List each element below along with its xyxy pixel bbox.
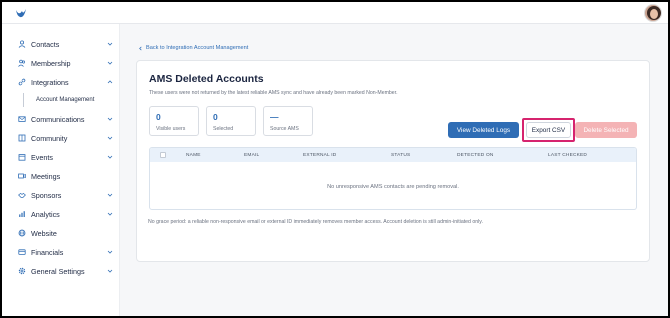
- top-bar: [2, 2, 668, 24]
- sidebar-item-contacts[interactable]: Contacts: [18, 37, 114, 51]
- sidebar-item-community[interactable]: Community: [18, 131, 114, 145]
- sidebar-item-integrations[interactable]: Integrations: [18, 75, 114, 89]
- stat-source-ams: — Source AMS: [263, 106, 313, 136]
- sidebar-item-membership[interactable]: Membership: [18, 56, 114, 70]
- mail-icon: [18, 116, 26, 122]
- sidebar-item-label: Website: [31, 228, 57, 238]
- back-link-label: Back to Integration Account Management: [146, 45, 249, 51]
- column-header-last-checked[interactable]: LAST CHECKED: [548, 153, 587, 158]
- footnote: No grace period: a reliable non-responsi…: [148, 219, 483, 225]
- sidebar-item-label: Contacts: [31, 39, 60, 49]
- logo-icon[interactable]: [15, 7, 27, 19]
- calendar-icon: [18, 154, 26, 161]
- chevron-down-icon: [107, 250, 113, 254]
- page-subtitle: These users were not returned by the lat…: [149, 90, 398, 96]
- highlight-box: [522, 118, 575, 142]
- view-deleted-logs-button[interactable]: View Deleted Logs: [448, 122, 519, 138]
- delete-selected-button[interactable]: Delete Selected: [575, 122, 637, 138]
- sidebar-item-label: Meetings: [31, 171, 61, 181]
- empty-state-message: No unresponsive AMS contacts are pending…: [327, 184, 459, 190]
- chevron-down-icon: [107, 136, 113, 140]
- people-icon: [18, 59, 26, 67]
- sidebar-item-financials[interactable]: Financials: [18, 245, 114, 259]
- column-header-name[interactable]: NAME: [186, 153, 201, 158]
- stat-value: 0: [156, 112, 161, 122]
- stat-label: Visible users: [156, 126, 186, 132]
- sidebar-subitem-account-management[interactable]: Account Management: [36, 97, 94, 103]
- person-icon: [18, 40, 26, 48]
- avatar[interactable]: [644, 4, 662, 22]
- sidebar-item-events[interactable]: Events: [18, 150, 114, 164]
- stat-visible-users: 0 Visible users: [149, 106, 199, 136]
- column-header-external-id[interactable]: EXTERNAL ID: [303, 153, 336, 158]
- chevron-down-icon: [107, 117, 113, 121]
- chevron-down-icon: [107, 193, 113, 197]
- back-link[interactable]: Back to Integration Account Management: [138, 45, 248, 51]
- column-header-email[interactable]: EMAIL: [244, 153, 259, 158]
- sidebar-item-label: Sponsors: [31, 190, 62, 200]
- chevron-up-icon: [107, 80, 113, 84]
- chevron-down-icon: [107, 61, 113, 65]
- sidebar-item-label: Integrations: [31, 77, 69, 87]
- deleted-accounts-table: NAME EMAIL EXTERNAL ID STATUS DETECTED O…: [149, 147, 637, 210]
- column-header-detected-on[interactable]: DETECTED ON: [457, 153, 494, 158]
- globe-icon: [18, 229, 26, 237]
- sidebar-item-general-settings[interactable]: General Settings: [18, 264, 114, 278]
- sidebar-item-label: Events: [31, 152, 53, 162]
- sidebar-item-label: Analytics: [31, 209, 60, 219]
- app-window: Contacts Membership Integrations Account…: [2, 2, 668, 316]
- sidebar-item-website[interactable]: Website: [18, 226, 114, 240]
- sidebar-item-label: Community: [31, 133, 68, 143]
- stat-selected: 0 Selected: [206, 106, 256, 136]
- column-header-status[interactable]: STATUS: [391, 153, 410, 158]
- book-icon: [18, 134, 26, 142]
- page-title: AMS Deleted Accounts: [149, 73, 264, 85]
- select-all-checkbox[interactable]: [160, 152, 166, 158]
- bar-chart-icon: [19, 211, 25, 217]
- sidebar: Contacts Membership Integrations Account…: [2, 24, 120, 316]
- link-icon: [18, 78, 26, 86]
- chevron-down-icon: [107, 212, 113, 216]
- video-icon: [18, 173, 26, 179]
- sidebar-item-label: Membership: [31, 58, 71, 68]
- chevron-down-icon: [107, 269, 113, 273]
- chevron-down-icon: [107, 155, 113, 159]
- sidebar-item-label: Financials: [31, 247, 64, 257]
- table-header: NAME EMAIL EXTERNAL ID STATUS DETECTED O…: [150, 148, 636, 162]
- chevron-left-icon: [139, 46, 142, 50]
- stat-value: —: [270, 112, 279, 122]
- main-content: Back to Integration Account Management A…: [120, 24, 668, 316]
- stat-label: Source AMS: [270, 126, 299, 132]
- deleted-accounts-card: AMS Deleted Accounts These users were no…: [136, 60, 650, 262]
- wallet-icon: [18, 249, 26, 255]
- stat-value: 0: [213, 112, 218, 122]
- handshake-icon: [18, 192, 26, 198]
- chevron-down-icon: [107, 42, 113, 46]
- sidebar-item-label: General Settings: [31, 266, 85, 276]
- sidebar-item-communications[interactable]: Communications: [18, 112, 114, 126]
- sidebar-item-analytics[interactable]: Analytics: [18, 207, 114, 221]
- sidebar-item-label: Communications: [31, 114, 85, 124]
- sidebar-item-sponsors[interactable]: Sponsors: [18, 188, 114, 202]
- submenu-indicator: [23, 93, 24, 107]
- stat-label: Selected: [213, 126, 234, 132]
- gear-icon: [18, 267, 26, 275]
- sidebar-item-meetings[interactable]: Meetings: [18, 169, 114, 183]
